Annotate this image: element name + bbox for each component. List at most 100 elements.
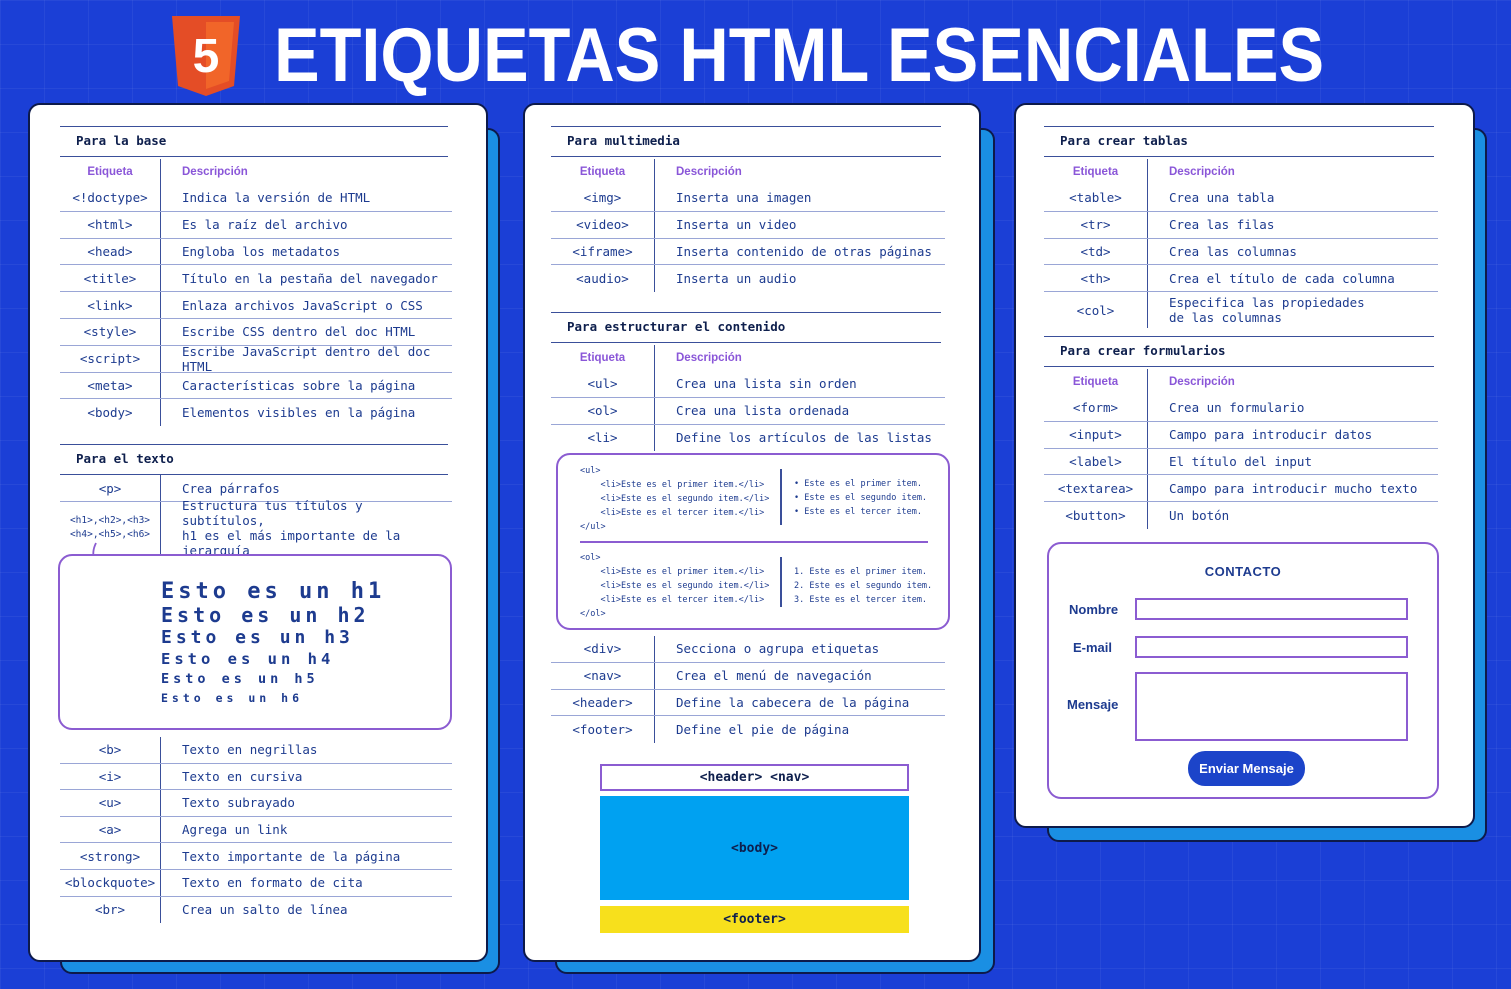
table-row: <img> Inserta una imagen — [551, 185, 945, 212]
column-header-tag: Etiqueta — [551, 345, 655, 371]
column-header-tag: Etiqueta — [1044, 369, 1148, 395]
heading-h1-sample: Esto es un h1 — [161, 579, 386, 604]
column-header-desc: Descripción — [676, 351, 742, 364]
tag-cell: <ul> — [551, 371, 655, 397]
heading-h6-sample: Esto es un h6 — [161, 691, 304, 705]
table-row: <a> Agrega un link — [60, 816, 452, 844]
message-textarea[interactable] — [1135, 672, 1408, 741]
tag-cell: <p> — [60, 475, 161, 501]
table-row: <ol> Crea una lista ordenada — [551, 397, 945, 425]
send-message-button[interactable]: Enviar Mensaje — [1188, 751, 1305, 786]
header: 5 ETIQUETAS HTML ESENCIALES — [172, 16, 1441, 96]
desc-cell: Crea una lista sin orden — [676, 376, 857, 392]
tag-cell: <form> — [1044, 395, 1148, 421]
table-estructura-top: Etiqueta Descripción <ul> Crea una lista si… — [551, 345, 945, 452]
tag-cell: <input> — [1044, 421, 1148, 448]
table-row: <link> Enlaza archivos JavaScript o CSS — [60, 292, 452, 319]
divider — [580, 541, 928, 543]
email-label: E-mail — [1073, 640, 1113, 655]
divider — [780, 469, 782, 525]
desc-cell: Inserta contenido de otras páginas — [676, 243, 932, 259]
table-row: <col> Especifica las propiedades de las c… — [1044, 292, 1438, 329]
desc-cell: Características sobre la página — [182, 377, 416, 393]
table-row: <i> Texto en cursiva — [60, 763, 452, 791]
tag-cell: <head> — [60, 238, 161, 265]
table-row: <form> Crea un formulario — [1044, 395, 1438, 422]
desc-cell: Escribe JavaScript dentro del doc HTML — [182, 343, 431, 374]
desc-cell: Crea las filas — [1169, 217, 1275, 233]
table-row: <input> Campo para introducir datos — [1044, 421, 1438, 449]
table-header-row: Etiqueta Descripción — [551, 159, 945, 185]
tag-cell: <title> — [60, 265, 161, 292]
column-header-desc: Descripción — [1169, 165, 1235, 178]
desc-cell: Un botón — [1169, 508, 1230, 524]
table-row: <audio> Inserta un audio — [551, 265, 945, 293]
tag-cell: <strong> — [60, 843, 161, 869]
desc-cell: Título en la pestaña del navegador — [182, 270, 438, 286]
table-row: <blockquote> Texto en formato de cita — [60, 869, 452, 897]
desc-cell: Texto en formato de cita — [182, 875, 363, 891]
table-row: <br> Crea un salto de línea — [60, 896, 452, 924]
layout-body: <body> — [600, 796, 909, 900]
desc-cell: Texto en cursiva — [182, 768, 303, 784]
desc-cell: Campo para introducir mucho texto — [1169, 480, 1418, 496]
table-row: <li> Define los artículos de las listas — [551, 424, 945, 452]
tag-cell: <link> — [60, 292, 161, 318]
column-header-desc: Descripción — [1169, 375, 1235, 388]
desc-cell: Crea una lista ordenada — [676, 403, 850, 419]
desc-cell: Enlaza archivos JavaScript o CSS — [182, 297, 423, 313]
headings-example-box: Esto es un h1 Esto es un h2 Esto es un h… — [58, 554, 452, 730]
contact-form-example: CONTACTO Nombre E-mail Mensaje Enviar Me… — [1047, 542, 1439, 799]
desc-cell: Inserta un video — [676, 217, 797, 233]
tag-cell: <div> — [551, 636, 655, 662]
tag-cell: <!doctype> — [60, 185, 161, 211]
table-row: <table> Crea una tabla — [1044, 185, 1438, 212]
tag-cell: <label> — [1044, 448, 1148, 475]
desc-cell: Especifica las propiedades de las column… — [1169, 295, 1365, 326]
email-input[interactable] — [1135, 636, 1408, 658]
tag-cell: <table> — [1044, 185, 1148, 211]
ol-code-sample: <ol> <li>Este es el primer item.</li> <l… — [580, 553, 770, 619]
table-row: <label> El título del input — [1044, 448, 1438, 476]
table-header-row: Etiqueta Descripción — [1044, 369, 1438, 395]
section-title-base: Para la base — [60, 126, 448, 157]
tag-cell: <blockquote> — [60, 869, 161, 896]
tag-cell: <nav> — [551, 662, 655, 689]
heading-h3-sample: Esto es un h3 — [161, 627, 354, 648]
layout-header-nav: <header> <nav> — [600, 764, 909, 791]
table-row: <body> Elementos visibles en la página — [60, 399, 452, 427]
desc-cell: Define la cabecera de la página — [676, 694, 910, 710]
tag-cell: <br> — [60, 896, 161, 924]
column-header-tag: Etiqueta — [551, 159, 655, 185]
tag-cell: <iframe> — [551, 238, 655, 265]
html5-logo-digit: 5 — [193, 30, 220, 83]
tag-cell: <body> — [60, 399, 161, 427]
table-row: <strong> Texto importante de la página — [60, 843, 452, 870]
section-title-texto: Para el texto — [60, 444, 448, 475]
ul-code-sample: <ul> <li>Este es el primer item.</li> <l… — [580, 466, 770, 532]
column-header-desc: Descripción — [676, 165, 742, 178]
card-multimedia-estructura: Para multimedia Etiqueta Descripción <img>… — [523, 103, 981, 962]
desc-cell: Texto en negrillas — [182, 742, 318, 758]
table-header-row: Etiqueta Descripción — [551, 345, 945, 371]
tag-cell: <img> — [551, 185, 655, 211]
table-row: <td> Crea las columnas — [1044, 238, 1438, 266]
layout-footer: <footer> — [600, 906, 909, 933]
table-row: <th> Crea el título de cada columna — [1044, 265, 1438, 293]
desc-cell: Texto importante de la página — [182, 848, 401, 864]
section-title-estructura: Para estructurar el contenido — [551, 312, 941, 343]
table-row: <button> Un botón — [1044, 502, 1438, 529]
desc-cell: Inserta un audio — [676, 271, 797, 287]
tag-cell: <ol> — [551, 397, 655, 424]
desc-cell: Inserta una imagen — [676, 190, 812, 206]
name-label: Nombre — [1069, 602, 1119, 617]
tag-cell: <header> — [551, 689, 655, 716]
table-row: <nav> Crea el menú de navegación — [551, 662, 945, 690]
desc-cell: Engloba los metadatos — [182, 243, 341, 259]
tag-cell: <video> — [551, 211, 655, 238]
table-row: <!doctype> Indica la versión de HTML — [60, 185, 452, 212]
table-row: <tr> Crea las filas — [1044, 211, 1438, 239]
desc-cell: Secciona o agrupa etiquetas — [676, 641, 880, 657]
name-input[interactable] — [1135, 598, 1408, 620]
tag-cell: <td> — [1044, 238, 1148, 265]
